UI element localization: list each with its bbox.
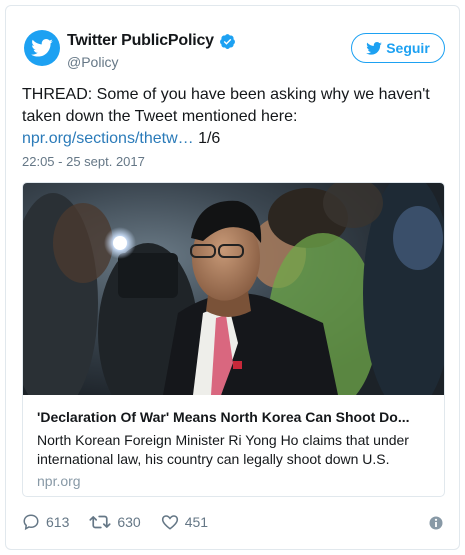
reply-icon xyxy=(23,514,39,531)
twitter-bird-icon xyxy=(31,39,53,57)
reply-count: 613 xyxy=(46,514,70,530)
tweet-link[interactable]: npr.org/sections/thetw… xyxy=(22,130,194,147)
like-action[interactable]: 451 xyxy=(161,513,208,531)
retweet-action[interactable]: 630 xyxy=(89,513,141,531)
tweet-actions: 613 630 451 xyxy=(22,513,228,531)
reply-action[interactable]: 613 xyxy=(22,513,69,531)
retweet-icon xyxy=(89,515,111,529)
author-name[interactable]: Twitter PublicPolicy xyxy=(67,32,214,50)
author-name-row: Twitter PublicPolicy xyxy=(67,32,236,50)
timestamp[interactable]: 22:05 - 25 sept. 2017 xyxy=(22,154,145,169)
like-count: 451 xyxy=(184,514,209,530)
card-image xyxy=(23,183,444,395)
card-title: 'Declaration Of War' Means North Korea C… xyxy=(37,409,410,425)
retweet-count: 630 xyxy=(117,514,141,530)
follow-button-label: Seguir xyxy=(386,40,430,56)
thread-counter: 1/6 xyxy=(193,130,221,147)
twitter-bird-icon xyxy=(366,41,383,55)
card-description: North Korean Foreign Minister Ri Yong Ho… xyxy=(37,432,409,467)
tweet-text: THREAD: Some of you have been asking why… xyxy=(22,84,442,150)
tweet-text-body: THREAD: Some of you have been asking why… xyxy=(22,86,430,125)
avatar[interactable] xyxy=(24,30,60,66)
link-card[interactable]: 'Declaration Of War' Means North Korea C… xyxy=(22,182,445,497)
verified-badge-icon xyxy=(219,33,235,49)
follow-button[interactable]: Seguir xyxy=(351,33,445,63)
card-domain: npr.org xyxy=(37,473,81,489)
heart-icon xyxy=(161,515,178,530)
author-handle[interactable]: @Policy xyxy=(67,54,119,70)
embedded-tweet: Twitter PublicPolicy @Policy Seguir THRE… xyxy=(5,5,460,550)
info-icon[interactable] xyxy=(429,516,443,530)
